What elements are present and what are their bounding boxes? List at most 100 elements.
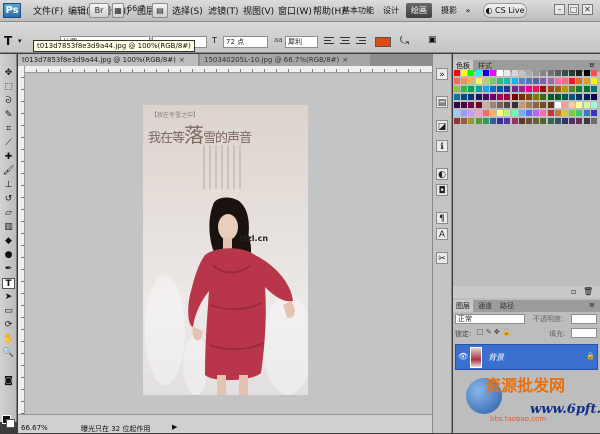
swatch[interactable] <box>468 94 475 100</box>
masks-panel-icon[interactable]: ◘ <box>436 184 448 196</box>
clone-stamp-tool-icon[interactable]: ⊥ <box>2 180 15 191</box>
brush-panel-icon[interactable]: ▤ <box>436 96 448 108</box>
opacity-field[interactable] <box>571 314 597 324</box>
workspace-design[interactable]: 设计 <box>378 3 404 18</box>
swatch[interactable] <box>554 70 561 76</box>
swatch[interactable] <box>576 94 583 100</box>
launch-bridge-button[interactable]: Br <box>89 3 109 18</box>
workspace-more[interactable]: » <box>462 3 474 18</box>
3d-rotate-tool-icon[interactable]: ⟳ <box>2 320 15 331</box>
swatch[interactable] <box>554 118 561 124</box>
swatch[interactable] <box>461 118 468 124</box>
swatch[interactable] <box>526 110 532 116</box>
swatch[interactable] <box>547 86 554 92</box>
swatch[interactable] <box>576 70 583 76</box>
swatch[interactable] <box>583 110 590 116</box>
crop-tool-icon[interactable]: ⌗ <box>2 124 15 135</box>
photo-canvas[interactable]: 【我在冬雪之中】 我在等落雪的声音 zfzl.cn <box>143 105 308 395</box>
new-swatch-icon[interactable]: ▫ <box>571 287 576 296</box>
swatch[interactable] <box>583 70 590 76</box>
swatch[interactable] <box>497 86 504 92</box>
align-right-icon[interactable] <box>356 37 366 46</box>
swatch[interactable] <box>533 78 540 84</box>
adjustments-panel-icon[interactable]: ◐ <box>436 168 448 180</box>
document-tab[interactable]: 150340205L-10.jpg @ 66.7%(RGB/8#) × <box>200 54 370 66</box>
swatch[interactable] <box>590 78 597 84</box>
swatch[interactable] <box>526 118 532 124</box>
swatch[interactable] <box>590 70 597 76</box>
swatch[interactable] <box>533 102 540 108</box>
swatch[interactable] <box>526 86 532 92</box>
font-size-field[interactable]: 72 点 <box>223 36 268 48</box>
swatch[interactable] <box>533 86 540 92</box>
swatch[interactable] <box>504 78 511 84</box>
blur-tool-icon[interactable]: ◆ <box>2 236 15 247</box>
swatch[interactable] <box>576 86 583 92</box>
swatch[interactable] <box>504 94 511 100</box>
swatch[interactable] <box>511 94 518 100</box>
swatch[interactable] <box>504 70 511 76</box>
delete-swatch-icon[interactable]: 🗑 <box>583 287 593 296</box>
swatch[interactable] <box>511 86 518 92</box>
swatch[interactable] <box>569 86 576 92</box>
swatch[interactable] <box>511 102 518 108</box>
swatch[interactable] <box>526 70 532 76</box>
swatch[interactable] <box>576 118 583 124</box>
tool-preset-dropdown-icon[interactable]: ▾ <box>18 37 22 45</box>
swatch[interactable] <box>475 118 482 124</box>
swatch[interactable] <box>547 102 554 108</box>
blend-mode-select[interactable]: 正常 <box>455 314 525 324</box>
swatch[interactable] <box>490 78 496 84</box>
swatch[interactable] <box>547 70 554 76</box>
swatch[interactable] <box>554 94 561 100</box>
swatch[interactable] <box>482 78 489 84</box>
swatch[interactable] <box>461 86 468 92</box>
dodge-tool-icon[interactable]: ● <box>2 250 15 261</box>
cs-live-button[interactable]: ◐ CS Live <box>483 3 527 18</box>
quick-select-tool-icon[interactable]: ✎ <box>2 110 15 121</box>
swatch[interactable] <box>511 110 518 116</box>
swatch[interactable] <box>583 94 590 100</box>
eyedropper-tool-icon[interactable]: ⟋ <box>2 138 15 149</box>
swatch[interactable] <box>504 102 511 108</box>
swatch[interactable] <box>504 118 511 124</box>
gradient-tool-icon[interactable]: ▥ <box>2 222 15 233</box>
swatch[interactable] <box>454 86 460 92</box>
swatch[interactable] <box>576 110 583 116</box>
layer-row[interactable]: 👁 背景 🔒 <box>455 344 598 370</box>
swatch[interactable] <box>454 78 460 84</box>
workspace-painting[interactable]: 绘画 <box>406 3 432 18</box>
swatch[interactable] <box>590 86 597 92</box>
paragraph-panel-icon[interactable]: ¶ <box>436 212 448 224</box>
lock-icons[interactable]: □ ✎ ✥ 🔒 <box>477 328 511 336</box>
swatch[interactable] <box>497 78 504 84</box>
swatch[interactable] <box>482 86 489 92</box>
swatch[interactable] <box>461 102 468 108</box>
type-tool-active-icon[interactable]: T <box>2 278 15 289</box>
swatch[interactable] <box>569 70 576 76</box>
swatch[interactable] <box>461 70 468 76</box>
swatch[interactable] <box>490 70 496 76</box>
swatch[interactable] <box>569 78 576 84</box>
swatch[interactable] <box>547 78 554 84</box>
swatch[interactable] <box>590 110 597 116</box>
swatch[interactable] <box>540 94 547 100</box>
hand-tool-icon[interactable]: ✋ <box>2 334 15 345</box>
swatch[interactable] <box>482 94 489 100</box>
swatch[interactable] <box>562 102 568 108</box>
swatch[interactable] <box>497 118 504 124</box>
swatch[interactable] <box>468 110 475 116</box>
swatch[interactable] <box>518 70 525 76</box>
text-color-swatch[interactable] <box>375 37 391 47</box>
document-tab-active[interactable]: t013d7853f8e3d9a44.jpg @ 100%(RGB/8#) × <box>18 54 198 66</box>
menu-file[interactable]: 文件(F) <box>33 4 63 17</box>
visibility-eye-icon[interactable]: 👁 <box>458 352 468 361</box>
tools-panel-icon[interactable]: ✂ <box>436 252 448 264</box>
swatch[interactable] <box>569 102 576 108</box>
warp-text-icon[interactable]: ⤿ <box>400 34 409 48</box>
swatch[interactable] <box>562 78 568 84</box>
swatch[interactable] <box>490 94 496 100</box>
swatch[interactable] <box>518 86 525 92</box>
swatch[interactable] <box>540 102 547 108</box>
menu-select[interactable]: 选择(S) <box>172 4 203 17</box>
